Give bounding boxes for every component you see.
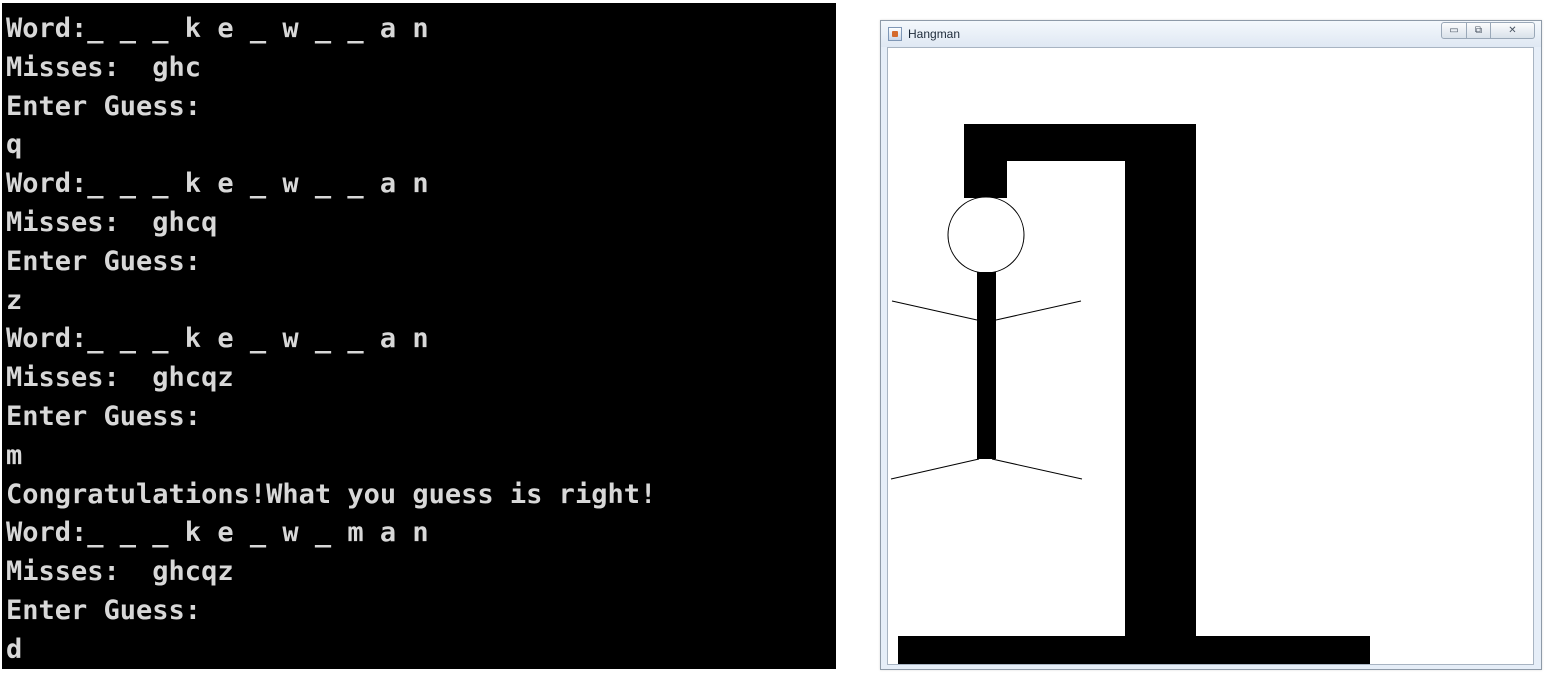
console-line: q xyxy=(6,129,23,161)
hangman-right-arm xyxy=(995,300,1082,321)
hangman-body xyxy=(977,272,996,459)
hangman-right-leg xyxy=(991,458,1083,480)
hangman-left-arm xyxy=(891,300,978,321)
console-line: Word:_ _ _ k e _ w _ _ a n xyxy=(6,323,429,355)
hangman-left-leg xyxy=(890,458,980,480)
maximize-icon: ⧉ xyxy=(1474,25,1483,36)
gallows-rope xyxy=(964,124,1007,198)
console-line: Enter Guess: xyxy=(6,400,202,432)
hangman-head xyxy=(947,196,1025,274)
title-bar[interactable]: Hangman ▭ ⧉ ✕ xyxy=(881,21,1541,47)
console-line: m xyxy=(6,439,23,471)
console-line: Word:_ _ _ k e _ w _ _ a n xyxy=(6,168,429,200)
maximize-button[interactable]: ⧉ xyxy=(1467,22,1491,39)
minimize-icon: ▭ xyxy=(1449,25,1459,36)
console-input-line[interactable]: d xyxy=(6,631,836,669)
console-line: z xyxy=(6,284,23,316)
console-line: Word:_ _ _ k e _ w _ _ a n xyxy=(6,13,429,44)
close-icon: ✕ xyxy=(1508,25,1517,36)
gallows-base xyxy=(898,636,1370,664)
console-line: Enter Guess: xyxy=(6,594,202,626)
java-app-icon xyxy=(888,27,902,41)
hangman-window: Hangman ▭ ⧉ ✕ xyxy=(880,20,1542,670)
console-line: Enter Guess: xyxy=(6,90,202,122)
console-line: Enter Guess: xyxy=(6,245,202,277)
minimize-button[interactable]: ▭ xyxy=(1441,22,1467,39)
console-line: Misses: ghcq xyxy=(6,206,218,238)
hangman-drawing xyxy=(890,124,1370,664)
console-line: Misses: ghc xyxy=(6,51,202,83)
window-title: Hangman xyxy=(908,27,961,41)
gallows-pole xyxy=(1125,124,1196,638)
drawing-canvas xyxy=(887,47,1534,665)
close-button[interactable]: ✕ xyxy=(1491,22,1535,39)
window-controls: ▭ ⧉ ✕ xyxy=(1441,22,1535,40)
console-line: Misses: ghcqz xyxy=(6,556,234,588)
console-window[interactable]: Word:_ _ _ k e _ w _ _ a n Misses: ghc E… xyxy=(2,3,836,669)
console-line: Misses: ghcqz xyxy=(6,362,234,394)
console-line: Word:_ _ _ k e _ w _ m a n xyxy=(6,517,429,549)
console-line: Congratulations!What you guess is right! xyxy=(6,478,657,510)
